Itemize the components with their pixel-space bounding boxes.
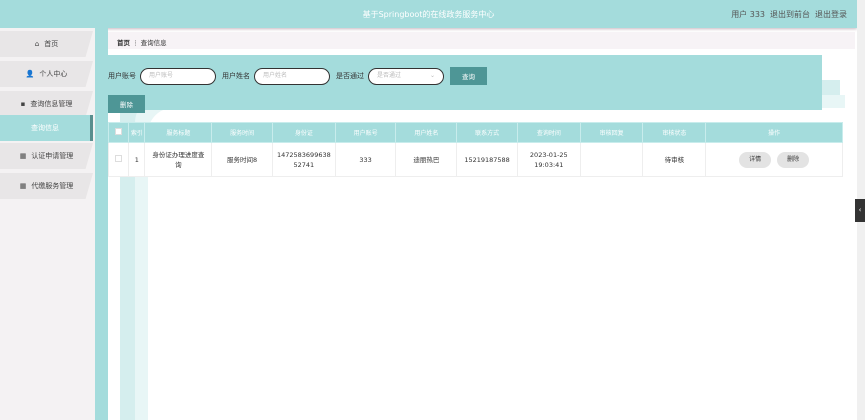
decor-strip bbox=[95, 28, 108, 420]
logout-link[interactable]: 退出登录 bbox=[815, 10, 847, 19]
name-input[interactable]: 用户姓名 bbox=[254, 67, 330, 85]
grid-icon: ▦ bbox=[19, 152, 27, 160]
menu-icon: ▪ bbox=[20, 100, 26, 108]
table-row: 1 身份证办理进度查询 服务时间8 147258369963852741 333… bbox=[107, 142, 843, 177]
account-input[interactable]: 用户账号 bbox=[140, 67, 216, 85]
select-all-checkbox[interactable] bbox=[107, 122, 130, 143]
row-delete-button[interactable]: 删除 bbox=[777, 151, 810, 168]
sidebar-item-profile[interactable]: 👤 个人中心 bbox=[0, 61, 93, 87]
home-icon: ⌂ bbox=[34, 40, 40, 48]
sidebar-item-query-manage[interactable]: ▪ 查询信息管理 bbox=[0, 91, 93, 117]
breadcrumb: 首页 ⋮ 查询信息 bbox=[108, 32, 855, 49]
pass-select[interactable]: 是否通过 ⌄ bbox=[368, 67, 444, 85]
user-icon: 👤 bbox=[25, 70, 35, 78]
detail-button[interactable]: 详情 bbox=[739, 151, 772, 168]
sidebar-item-home[interactable]: ⌂ 首页 bbox=[0, 31, 93, 57]
chevron-left-icon: ‹ bbox=[858, 206, 862, 214]
side-toggle-button[interactable]: ‹ bbox=[855, 199, 865, 222]
row-checkbox[interactable] bbox=[107, 142, 130, 177]
sidebar: ⌂ 首页 👤 个人中心 ▪ 查询信息管理 查询信息 ▦ 认证申请管理 ▦ 代缴服务管理 bbox=[0, 28, 95, 420]
chevron-down-icon: ⌄ bbox=[429, 71, 435, 79]
front-link[interactable]: 退出到前台 bbox=[770, 10, 810, 19]
sidebar-item-query-info[interactable]: 查询信息 bbox=[0, 115, 93, 141]
search-panel: 用户账号 用户账号 用户姓名 用户姓名 是否通过 是否通过 ⌄ 查询 删除 bbox=[108, 55, 822, 113]
grid-icon: ▦ bbox=[19, 182, 27, 190]
data-table: 索引 服务标题 服务时间 身份证 用户账号 用户姓名 联系方式 查询时间 审核回… bbox=[107, 122, 843, 177]
breadcrumb-home[interactable]: 首页 bbox=[117, 39, 130, 47]
username: 用户 333 bbox=[731, 10, 765, 19]
sidebar-item-cert-manage[interactable]: ▦ 认证申请管理 bbox=[0, 143, 93, 169]
delete-button[interactable]: 删除 bbox=[108, 95, 145, 113]
top-header: 基于Springboot的在线政务服务中心 用户 333 退出到前台 退出登录 bbox=[0, 0, 857, 28]
query-button[interactable]: 查询 bbox=[450, 67, 487, 85]
sidebar-item-payment-manage[interactable]: ▦ 代缴服务管理 bbox=[0, 173, 93, 199]
